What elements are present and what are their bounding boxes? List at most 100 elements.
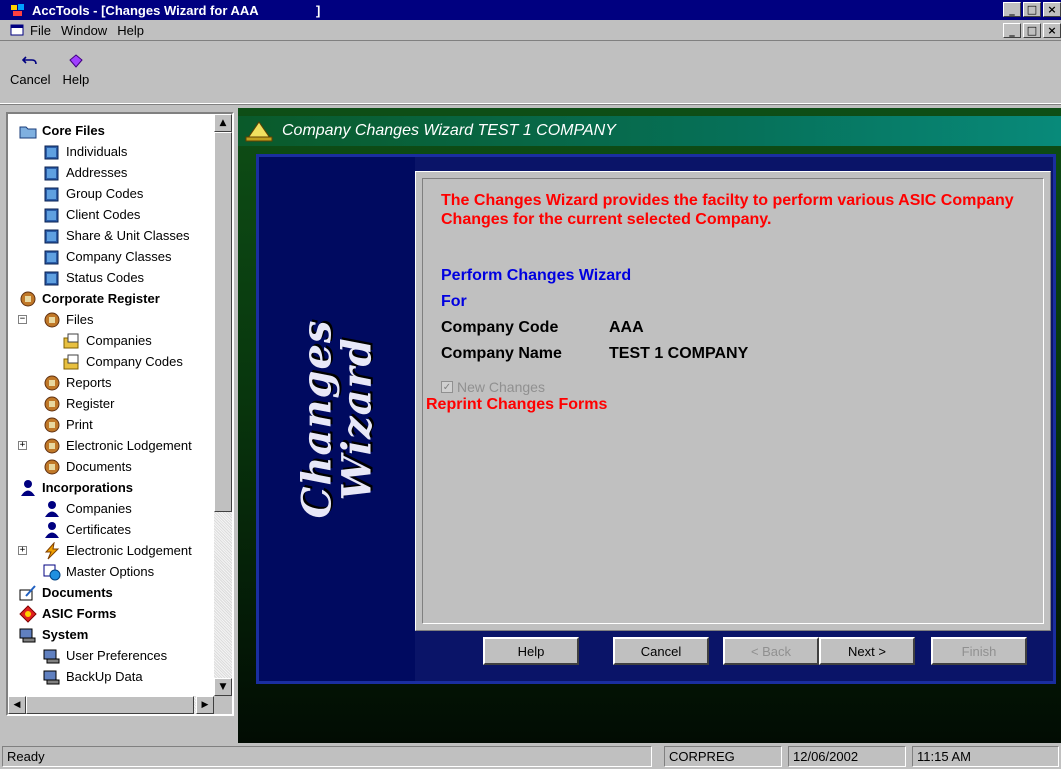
status-bar: Ready CORPREG 12/06/2002 11:15 AM [0, 744, 1061, 769]
cancel-button[interactable]: Cancel [613, 637, 709, 665]
tree-item-electronic-lodgement[interactable]: + Electronic Lodgement [8, 435, 214, 456]
building-icon [20, 291, 36, 306]
tree-item-company-codes[interactable]: Company Codes [8, 351, 214, 372]
document-folder-icon [63, 354, 79, 369]
building-icon [44, 417, 60, 432]
tree-label: Documents [42, 585, 113, 600]
tree-item-client-codes[interactable]: Client Codes [8, 204, 214, 225]
building-icon [44, 312, 60, 327]
tree-item-certificates[interactable]: Certificates [8, 519, 214, 540]
menu-help[interactable]: Help [117, 23, 144, 38]
tree-label: System [42, 627, 89, 642]
person-icon [45, 521, 59, 538]
help-toolbar-button[interactable]: Help [62, 52, 89, 87]
tree-item-files[interactable]: − Files [8, 309, 214, 330]
tree-label: ASIC Forms [42, 606, 117, 621]
tree-label: Incorporations [42, 480, 134, 495]
tree-item-documents[interactable]: Documents [8, 582, 214, 603]
building-icon [44, 375, 60, 390]
tree-item-inc-companies[interactable]: Companies [8, 498, 214, 519]
child-close-button[interactable]: × [1043, 23, 1061, 38]
company-code-label: Company Code [441, 319, 559, 336]
tree-item-core-files[interactable]: Core Files [8, 120, 214, 141]
computer-icon [43, 649, 60, 663]
scroll-up-icon[interactable]: ▲ [214, 114, 232, 132]
collapse-icon[interactable]: − [18, 315, 27, 324]
minimize-button[interactable]: _ [1003, 2, 1021, 17]
close-button[interactable]: × [1043, 2, 1061, 17]
next-button[interactable]: Next > [819, 637, 915, 665]
scroll-left-icon[interactable]: ◀ [8, 696, 26, 714]
tree-item-share-unit-classes[interactable]: Share & Unit Classes [8, 225, 214, 246]
tree-item-inc-electronic-lodgement[interactable]: + Electronic Lodgement [8, 540, 214, 561]
finish-button[interactable]: Finish [931, 637, 1027, 665]
cancel-toolbar-button[interactable]: Cancel [10, 52, 50, 87]
tree-label: Companies [86, 333, 152, 348]
status-date: 12/06/2002 [788, 746, 906, 767]
document-folder-icon [63, 333, 79, 348]
tree-item-status-codes[interactable]: Status Codes [8, 267, 214, 288]
tree-item-individuals[interactable]: Individuals [8, 141, 214, 162]
tree-item-company-classes[interactable]: Company Classes [8, 246, 214, 267]
document-pen-icon [19, 584, 36, 600]
new-changes-checkbox[interactable]: ✓ New Changes [441, 379, 545, 395]
tree-item-companies[interactable]: Companies [8, 330, 214, 351]
tree-label: Corporate Register [42, 291, 160, 306]
tree-item-corporate-register[interactable]: Corporate Register [8, 288, 214, 309]
wizard-hat-icon [245, 121, 273, 142]
tree-item-incorporations[interactable]: Incorporations [8, 477, 214, 498]
person-icon [21, 479, 35, 496]
tree-label: User Preferences [66, 648, 168, 663]
document-icon[interactable] [10, 24, 24, 36]
tree-label: Companies [66, 501, 132, 516]
tree-horizontal-scrollbar[interactable]: ◀ ▶ [8, 696, 214, 714]
tree-label: Files [66, 312, 94, 327]
back-button[interactable]: < Back [723, 637, 819, 665]
tree-item-system[interactable]: System [8, 624, 214, 645]
tree-item-user-preferences[interactable]: User Preferences [8, 645, 214, 666]
building-icon [44, 396, 60, 411]
child-restore-button[interactable]: □ [1023, 23, 1041, 38]
reprint-changes-forms-link[interactable]: Reprint Changes Forms [426, 396, 607, 414]
expand-icon[interactable]: + [18, 441, 27, 450]
maximize-button[interactable]: □ [1023, 2, 1041, 17]
tree-item-asic-forms[interactable]: ASIC Forms [8, 603, 214, 624]
tree-label: Addresses [66, 165, 128, 180]
wizard-dialog: Changes Wizard The Changes Wizard provid… [256, 154, 1056, 684]
tree-item-documents-sub[interactable]: Documents [8, 456, 214, 477]
scroll-down-icon[interactable]: ▼ [214, 678, 232, 696]
company-code-value: AAA [609, 319, 644, 336]
book-icon [44, 271, 59, 285]
menu-bar: File Window Help _ □ × [0, 20, 1061, 41]
help-button[interactable]: Help [483, 637, 579, 665]
tree-label: Core Files [42, 123, 105, 138]
tree-label: Client Codes [66, 207, 141, 222]
tree-item-backup-data[interactable]: BackUp Data [8, 666, 214, 687]
tree-vertical-scrollbar[interactable]: ▲ ▼ [214, 114, 232, 696]
tree-item-register[interactable]: Register [8, 393, 214, 414]
menu-window[interactable]: Window [61, 23, 107, 38]
building-icon [44, 459, 60, 474]
scroll-right-icon[interactable]: ▶ [196, 696, 214, 714]
checkmark-icon: ✓ [441, 381, 453, 393]
tree-item-master-options[interactable]: Master Options [8, 561, 214, 582]
tree-item-addresses[interactable]: Addresses [8, 162, 214, 183]
tree-item-reports[interactable]: Reports [8, 372, 214, 393]
asic-diamond-icon [19, 604, 37, 623]
undo-icon [22, 56, 38, 65]
tree-item-group-codes[interactable]: Group Codes [8, 183, 214, 204]
menu-file[interactable]: File [30, 23, 51, 38]
horizontal-scroll-thumb[interactable] [26, 696, 194, 714]
wizard-intro-text: The Changes Wizard provides the facilty … [441, 192, 1014, 228]
toolbar-separator [0, 104, 1061, 105]
help-icon [69, 54, 83, 68]
settings-globe-icon [43, 564, 61, 580]
vertical-scroll-thumb[interactable] [214, 132, 232, 512]
child-minimize-button[interactable]: _ [1003, 23, 1021, 38]
help-toolbar-label: Help [62, 72, 90, 87]
tree-item-print[interactable]: Print [8, 414, 214, 435]
tree-label: Individuals [66, 144, 128, 159]
wizard-content: The Changes Wizard provides the facilty … [415, 171, 1051, 631]
expand-icon[interactable]: + [18, 546, 27, 555]
computer-icon [19, 628, 36, 642]
